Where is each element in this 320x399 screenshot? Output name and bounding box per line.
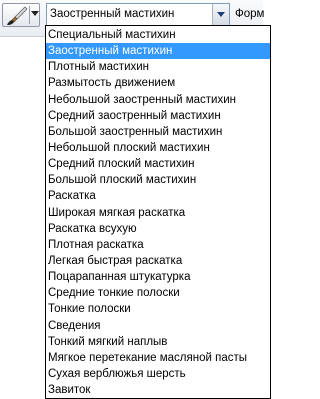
preset-select[interactable]: Заостренный мастихин (46, 3, 230, 26)
dropdown-item[interactable]: Завиток (46, 382, 270, 398)
dropdown-item[interactable]: Небольшой плоский мастихин (46, 140, 270, 156)
chevron-down-icon[interactable] (31, 11, 39, 16)
dropdown-item[interactable]: Плотный мастихин (46, 59, 270, 75)
preset-select-button[interactable] (212, 4, 229, 25)
dropdown-item[interactable]: Средние тонкие полоски (46, 285, 270, 301)
chevron-down-icon (217, 12, 225, 17)
brush-icon (7, 6, 28, 25)
dropdown-item[interactable]: Сведения (46, 318, 270, 334)
preset-dropdown-list[interactable]: Специальный мастихин Заостренный мастихин… (45, 25, 271, 399)
separator (29, 6, 30, 24)
dropdown-item[interactable]: Поцарапанная штукатурка (46, 269, 270, 285)
dropdown-item[interactable]: Большой плоский мастихин (46, 172, 270, 188)
form-label: Форм (235, 8, 265, 20)
dropdown-item[interactable]: Плотная раскатка (46, 237, 270, 253)
dropdown-item[interactable]: Легкая быстрая раскатка (46, 253, 270, 269)
dropdown-item[interactable]: Тонкие полоски (46, 301, 270, 317)
dropdown-item[interactable]: Раскатка всухую (46, 221, 270, 237)
dropdown-item[interactable]: Специальный мастихин (46, 27, 270, 43)
preset-select-value: Заостренный мастихин (50, 8, 175, 20)
dropdown-item[interactable]: Размытость движением (46, 75, 270, 91)
dropdown-item[interactable]: Раскатка (46, 188, 270, 204)
dropdown-item[interactable]: Тонкий мягкий наплыв (46, 334, 270, 350)
dropdown-item[interactable]: Широкая мягкая раскатка (46, 205, 270, 221)
dropdown-item[interactable]: Средний плоский мастихин (46, 156, 270, 172)
dropdown-item[interactable]: Мягкое перетекание масляной пасты (46, 350, 270, 366)
dropdown-item[interactable]: Небольшой заостренный мастихин (46, 92, 270, 108)
dropdown-item[interactable]: Средний заостренный мастихин (46, 108, 270, 124)
dropdown-item[interactable]: Заостренный мастихин (46, 43, 270, 60)
dropdown-item[interactable]: Большой заостренный мастихин (46, 124, 270, 140)
dropdown-items: Специальный мастихин Заостренный мастихин… (46, 26, 270, 398)
dropdown-item[interactable]: Сухая верблюжья шерсть (46, 366, 270, 382)
tool-preset-picker[interactable] (2, 3, 40, 27)
